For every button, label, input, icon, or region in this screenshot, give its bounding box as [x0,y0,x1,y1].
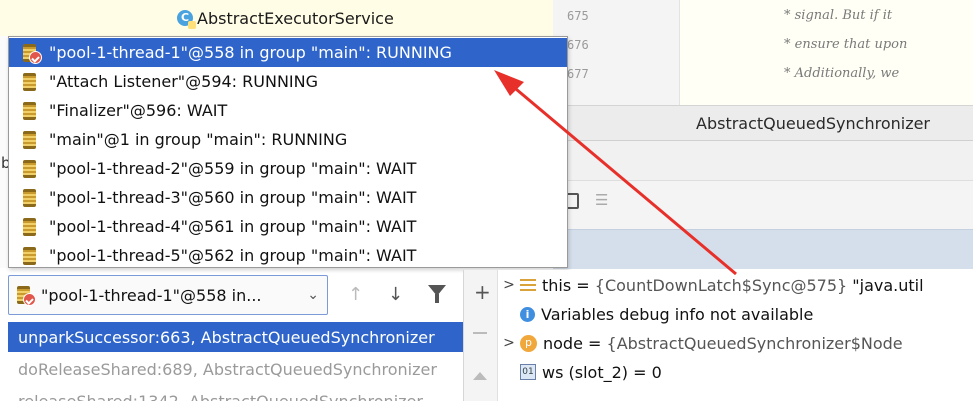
thread-icon [21,188,39,208]
thread-icon [21,246,39,266]
variable-name: this [542,275,572,295]
chevron-down-icon[interactable]: ⌄ [307,287,319,303]
debug-toolbar: ☰ [553,181,973,229]
thread-item[interactable]: "main"@1 in group "main": RUNNING [9,125,567,154]
code-line: * Additionally, we [784,66,900,81]
thread-icon [21,130,39,150]
variable-value: {CountDownLatch$Sync@575} [594,275,848,295]
frame-item[interactable]: unparkSuccessor:663, AbstractQueuedSynch… [8,322,463,352]
remove-watch-icon[interactable] [473,332,487,334]
expand-arrow-icon[interactable]: > [498,335,520,351]
arrow-down-icon[interactable]: ↓ [388,284,403,305]
thread-icon [21,217,39,237]
variable-row[interactable]: > p node = {AbstractQueuedSynchronizer$N… [498,329,903,357]
move-up-icon[interactable] [473,372,487,380]
class-icon: C [177,10,196,29]
thread-label: "pool-1-thread-1"@558 in group "main": R… [49,43,452,62]
thread-label: "pool-1-thread-5"@562 in group "main": W… [49,246,417,265]
editor-tab-strip: C AbstractExecutorService [0,0,553,36]
thread-item[interactable]: "Attach Listener"@594: RUNNING [9,67,567,96]
thread-icon [21,159,39,179]
line-number: 675 [567,9,589,23]
thread-item[interactable]: "pool-1-thread-5"@562 in group "main": W… [9,241,567,270]
thread-label: "pool-1-thread-2"@559 in group "main": W… [49,159,417,178]
expand-arrow-icon[interactable]: > [498,277,520,293]
frame-item[interactable]: releaseShared:1342, AbstractQueuedSynchr… [8,386,463,401]
variable-row[interactable]: > this = {CountDownLatch$Sync@575} "java… [498,271,924,299]
code-line: * signal. But if it [784,8,893,23]
variables-pane-header: s [553,229,973,269]
tab-abstract-queued-synchronizer[interactable]: AbstractQueuedSynchronizer [696,114,930,133]
arrow-up-icon[interactable]: ↑ [348,284,363,305]
thread-paused-icon [15,285,36,306]
thread-icon [21,72,39,92]
thread-combo-label: "pool-1-thread-1"@558 in... [41,285,262,305]
variable-value: {AbstractQueuedSynchronizer$Node [606,333,903,353]
settings-stripes-icon[interactable]: ☰ [595,191,608,209]
parameter-icon: p [520,334,537,352]
variable-name: ws (slot_2) [542,362,629,382]
info-text: Variables debug info not available [541,304,814,324]
filter-icon[interactable] [428,285,446,303]
primitive-slot-icon: 01 [520,364,536,380]
thread-selector-popup: "pool-1-thread-1"@558 in group "main": R… [8,36,568,268]
left-edge-strip: b [0,36,11,268]
thread-item[interactable]: "pool-1-thread-4"@561 in group "main": W… [9,212,567,241]
variable-value: 0 [651,362,662,382]
variable-row[interactable]: 01 ws (slot_2) = 0 [498,358,662,386]
thread-item[interactable]: "Finalizer"@596: WAIT [9,96,567,125]
thread-label: "main"@1 in group "main": RUNNING [49,130,348,149]
class-title[interactable]: AbstractExecutorService [197,9,394,28]
thread-paused-icon [21,43,42,64]
info-icon: i [520,306,535,322]
line-number: 677 [567,67,589,81]
frames-list: unparkSuccessor:663, AbstractQueuedSynch… [8,318,463,401]
watches-toolbar: + [464,270,498,401]
line-number: 676 [567,38,589,52]
variable-info-row: i Variables debug info not available [498,300,813,328]
thread-label: "pool-1-thread-4"@561 in group "main": W… [49,217,417,236]
field-icon [520,279,536,291]
thread-item[interactable]: "pool-1-thread-1"@558 in group "main": R… [9,38,567,67]
add-watch-icon[interactable]: + [474,280,491,304]
variables-pane: > this = {CountDownLatch$Sync@575} "java… [498,270,973,401]
code-line: * ensure that upon [784,37,908,52]
variable-name: node [543,333,583,353]
thread-icon [21,101,39,121]
variable-extra: "java.util [852,275,924,295]
thread-item[interactable]: "pool-1-thread-3"@560 in group "main": W… [9,183,567,212]
editor-panel-background [553,141,973,181]
editor-tab-bar: AbstractQueuedSynchronizer [553,105,973,141]
frame-item[interactable]: doReleaseShared:689, AbstractQueuedSynch… [8,354,463,384]
thread-label: "Finalizer"@596: WAIT [49,101,228,120]
thread-label: "Attach Listener"@594: RUNNING [49,72,318,91]
thread-combo-box[interactable]: "pool-1-thread-1"@558 in... ⌄ [8,275,328,315]
thread-item[interactable]: "pool-1-thread-2"@559 in group "main": W… [9,154,567,183]
thread-label: "pool-1-thread-3"@560 in group "main": W… [49,188,417,207]
